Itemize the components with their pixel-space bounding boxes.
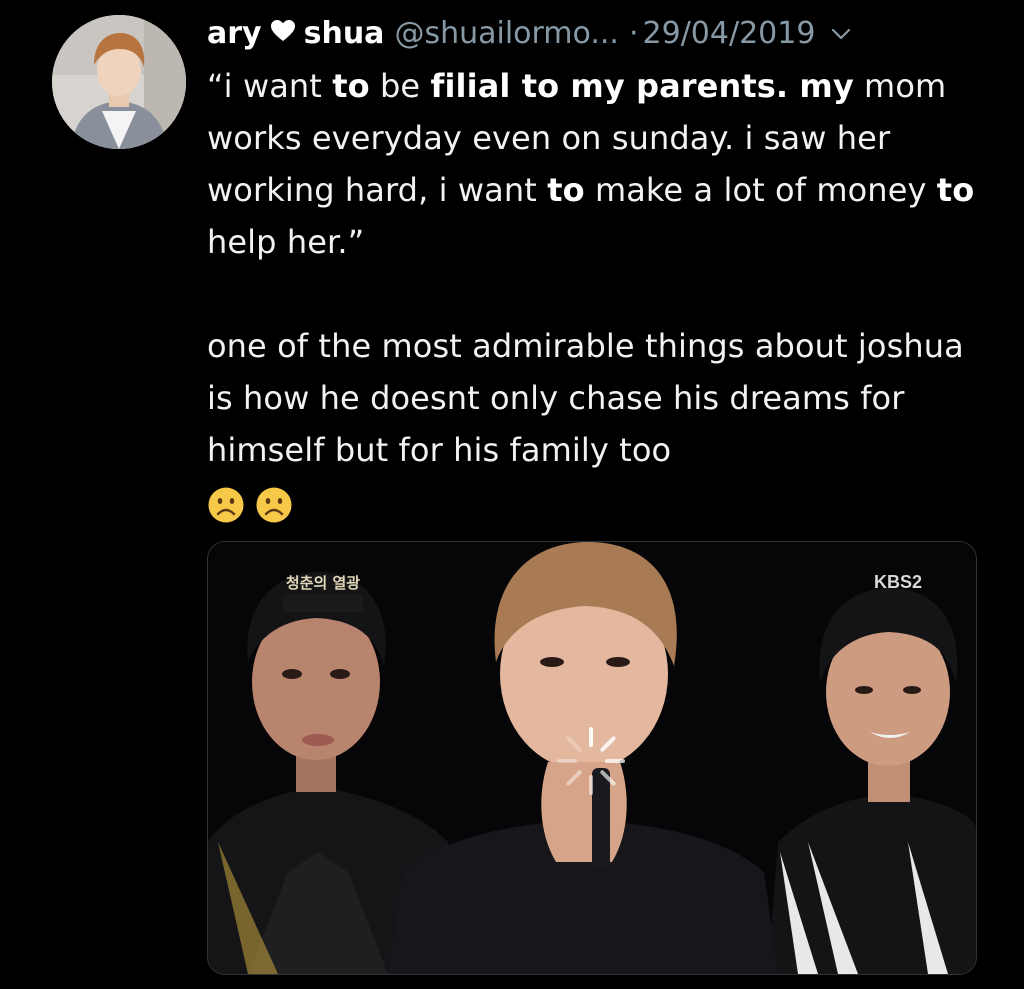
tweet-paragraph-comment: one of the most admirable things about j… bbox=[207, 327, 964, 469]
tweet[interactable]: ary shua @shuailormo... · 29/04/2019 “i … bbox=[207, 10, 997, 539]
tweet-header: ary shua @shuailormo... · 29/04/2019 bbox=[207, 10, 997, 58]
tweet-media-video[interactable]: 청춘의 열광 KBS2 bbox=[207, 541, 977, 975]
video-frame: 청춘의 열광 KBS2 bbox=[208, 542, 976, 974]
user-handle[interactable]: @shuailormo... bbox=[394, 10, 619, 58]
quote-segment: be bbox=[369, 67, 431, 105]
tweet-date[interactable]: 29/04/2019 bbox=[643, 10, 816, 58]
program-logo-text: 청춘의 열광 bbox=[286, 574, 360, 592]
display-name-part1[interactable]: ary bbox=[207, 10, 262, 58]
display-name-part2[interactable]: shua bbox=[304, 10, 385, 58]
frowning-face-icon bbox=[207, 486, 245, 539]
chevron-down-icon[interactable] bbox=[831, 27, 851, 41]
quote-bold-segment: to bbox=[547, 171, 585, 209]
quote-segment: make a lot of money bbox=[584, 171, 937, 209]
tweet-text: “i want to be filial to my parents. my m… bbox=[207, 60, 997, 539]
tweet-paragraph-quote: “i want to be filial to my parents. my m… bbox=[207, 60, 997, 268]
frowning-face-icon bbox=[255, 486, 293, 539]
broadcaster-logo: KBS2 bbox=[874, 572, 922, 592]
heart-icon bbox=[270, 10, 296, 58]
emoji-row bbox=[207, 486, 997, 539]
separator-dot: · bbox=[628, 16, 639, 51]
quote-segment: help her.” bbox=[207, 223, 365, 261]
avatar-image bbox=[52, 15, 186, 149]
quote-bold-segment: filial to my parents. my bbox=[430, 67, 854, 105]
avatar[interactable] bbox=[52, 15, 186, 149]
quote-segment: “i want bbox=[207, 67, 333, 105]
quote-bold-segment: to bbox=[936, 171, 975, 209]
quote-bold-segment: to bbox=[332, 67, 370, 105]
